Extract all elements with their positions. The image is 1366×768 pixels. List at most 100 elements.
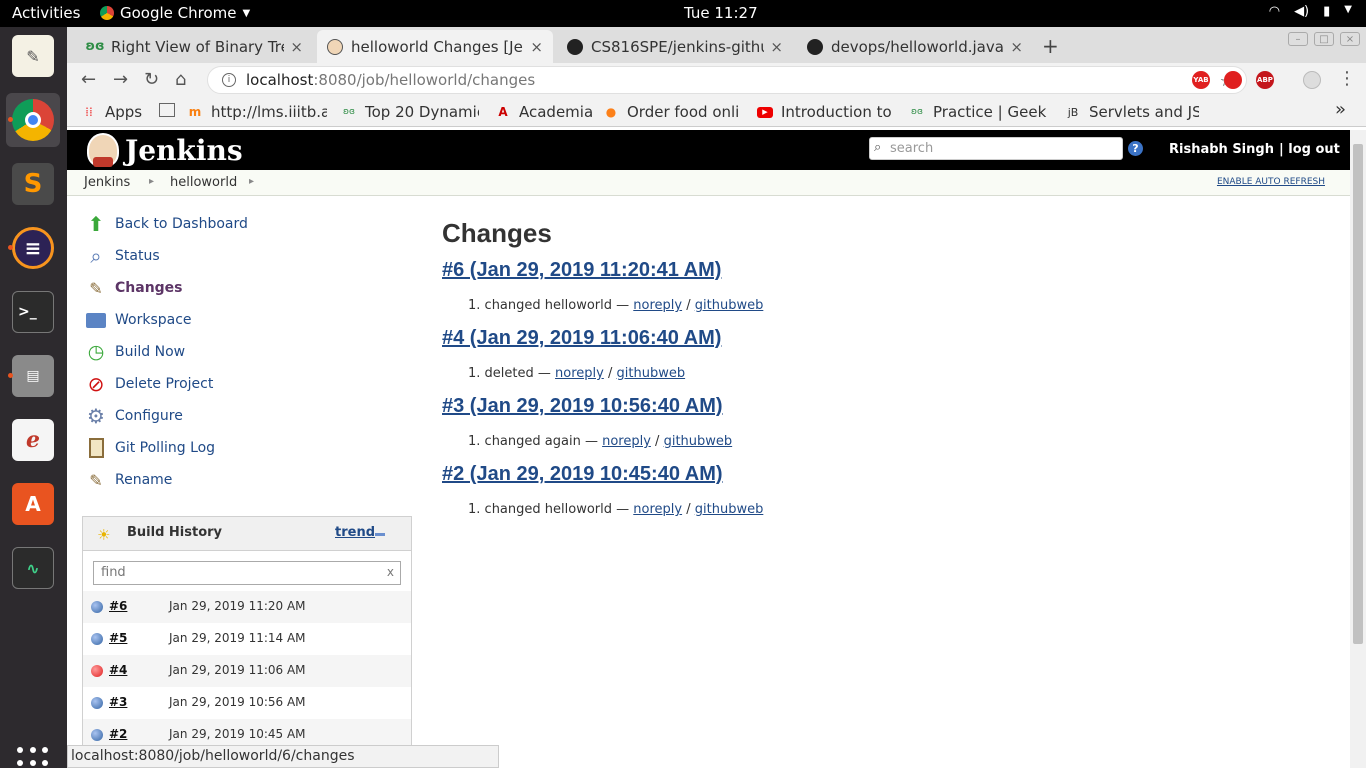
build-status-red-icon [91,665,103,677]
task-status[interactable]: ⌕ Status [85,244,159,268]
user-link[interactable]: Rishabh Singh [1169,142,1274,157]
tab-binary-tree[interactable]: ʚɞ Right View of Binary Tree × [77,30,313,63]
link-separator: / [686,298,691,313]
close-icon[interactable]: × [530,38,543,56]
dock-system-monitor[interactable]: ∿ [6,541,60,595]
forward-icon[interactable]: → [113,69,128,90]
reload-icon[interactable]: ↻ [144,69,159,90]
close-icon[interactable]: × [1010,38,1023,56]
up-arrow-icon: ⬆ [87,212,105,236]
yab-extension-icon[interactable]: YAB [1192,71,1210,89]
clear-filter-icon[interactable]: x [387,565,394,579]
clock[interactable]: Tue 11:27 [684,4,758,22]
bookmark-practice[interactable]: ʚɞ Practice | Geeksf [909,103,1047,121]
bookmark-page[interactable] [159,103,181,117]
dock-document-viewer[interactable]: ℯ [6,413,60,467]
info-icon[interactable]: i [222,73,236,87]
more-bookmarks-icon[interactable]: » [1335,99,1346,120]
dock-text-editor[interactable]: ✎ [6,29,60,83]
app-menu[interactable]: Google Chrome ▼ [100,4,250,22]
build-changes-link[interactable]: #2 (Jan 29, 2019 10:45:40 AM) [442,463,1322,497]
task-workspace[interactable]: Workspace [85,308,192,332]
chevron-right-icon[interactable]: ▸ [149,176,154,187]
new-tab-button[interactable]: + [1042,34,1059,58]
githubweb-link[interactable]: githubweb [695,298,764,313]
jenkins-page: Jenkins ⌕ search ? Rishabh Singh | log o… [67,130,1350,768]
dock-eclipse[interactable]: ≡ [6,221,60,275]
collapse-icon[interactable] [375,533,385,536]
task-back-to-dashboard[interactable]: ⬆ Back to Dashboard [85,212,248,236]
bookmark-introduction[interactable]: ▶ Introduction to S [757,103,895,121]
jenkins-logo[interactable]: Jenkins [87,133,243,167]
trend-link[interactable]: trend [335,525,375,540]
githubweb-link[interactable]: githubweb [695,502,764,517]
build-changes-link[interactable]: #3 (Jan 29, 2019 10:56:40 AM) [442,395,1322,429]
shield-extension-icon[interactable] [1224,71,1242,89]
logout-link[interactable]: | log out [1279,142,1340,157]
enable-auto-refresh-link[interactable]: ENABLE AUTO REFRESH [1217,177,1325,187]
bookmark-lms[interactable]: m http://lms.iiitb.ac [187,103,327,121]
bookmark-top20[interactable]: ʚɞ Top 20 Dynamic P [341,103,479,121]
url-host: localhost [246,71,314,89]
adblock-plus-icon[interactable]: ABP [1256,71,1274,89]
home-icon[interactable]: ⌂ [175,69,186,90]
build-number-link[interactable]: #2 [109,727,127,741]
youtube-icon: ▶ [757,106,773,118]
chevron-right-icon[interactable]: ▸ [249,176,254,187]
tab-jenkins-github[interactable]: CS816SPE/jenkins-github × [557,30,793,63]
task-rename[interactable]: ✎ Rename [85,468,172,492]
breadcrumb-helloworld[interactable]: helloworld [170,175,237,190]
author-link[interactable]: noreply [602,434,651,449]
show-applications-icon[interactable] [17,747,49,768]
build-number-link[interactable]: #3 [109,695,127,709]
task-build-now[interactable]: ◷ Build Now [85,340,185,364]
maximize-button[interactable]: □ [1314,32,1334,46]
scrollbar-thumb[interactable] [1353,144,1363,644]
wifi-icon: ◠ [1268,4,1281,19]
build-changes-link[interactable]: #4 (Jan 29, 2019 11:06:40 AM) [442,327,1322,361]
help-icon[interactable]: ? [1128,141,1143,156]
bookmark-apps[interactable]: ⁞⁞ Apps [81,103,161,121]
page-scrollbar[interactable] [1350,130,1366,768]
author-link[interactable]: noreply [555,366,604,381]
author-link[interactable]: noreply [633,502,682,517]
profile-avatar-icon[interactable] [1303,71,1321,89]
tab-helloworld-java[interactable]: devops/helloworld.java at × [797,30,1033,63]
build-changes-link[interactable]: #6 (Jan 29, 2019 11:20:41 AM) [442,259,1322,293]
close-icon[interactable]: × [290,38,303,56]
task-label: Git Polling Log [115,440,216,456]
task-configure[interactable]: ⚙ Configure [85,404,183,428]
link-separator: / [686,502,691,517]
task-changes[interactable]: ✎ Changes [85,276,182,300]
author-link[interactable]: noreply [633,298,682,313]
dock-chrome[interactable] [6,93,60,147]
bookmark-order-food[interactable]: ● Order food online [603,103,739,121]
menu-kebab-icon[interactable]: ⋮ [1338,68,1356,89]
bookmark-academia[interactable]: A Academia [495,103,595,121]
task-delete-project[interactable]: ⊘ Delete Project [85,372,214,396]
address-bar[interactable]: i localhost :8080/job/helloworld/changes… [207,66,1247,94]
activities-button[interactable]: Activities [12,4,80,22]
githubweb-link[interactable]: githubweb [664,434,733,449]
build-number-link[interactable]: #5 [109,631,127,645]
dock-software-center[interactable]: A [6,477,60,531]
minimize-button[interactable]: – [1288,32,1308,46]
build-filter-input[interactable]: find x [93,561,401,585]
githubweb-link[interactable]: githubweb [617,366,686,381]
build-number-link[interactable]: #6 [109,599,127,613]
dock-file-manager[interactable]: ▤ [6,349,60,403]
dock-terminal[interactable]: >_ [6,285,60,339]
system-tray[interactable]: ◠ ◀) ▮ ▼ [1269,4,1352,19]
build-number-link[interactable]: #4 [109,663,127,677]
change-entry: 1. deleted — noreply / githubweb [442,361,1322,395]
search-input[interactable]: ⌕ search [869,137,1123,160]
breadcrumb-jenkins[interactable]: Jenkins [84,175,130,190]
bookmark-servlets[interactable]: jB Servlets and JSP [1065,103,1199,121]
close-icon[interactable]: × [770,38,783,56]
tab-helloworld-changes[interactable]: helloworld Changes [Jenkins] × [317,30,553,63]
dock-sublime-text[interactable]: S [6,157,60,211]
task-git-polling-log[interactable]: Git Polling Log [85,436,215,460]
change-message: changed helloworld — [484,298,630,313]
back-icon[interactable]: ← [81,69,96,90]
close-window-button[interactable]: × [1340,32,1360,46]
